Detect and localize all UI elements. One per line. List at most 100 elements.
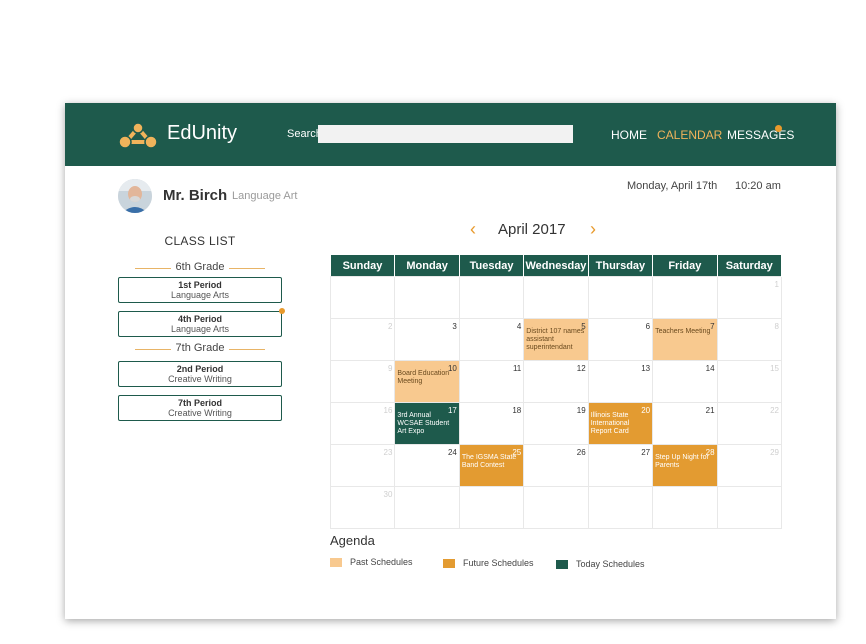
calendar-day-cell[interactable]: 6 (587, 318, 654, 361)
calendar-day-cell[interactable]: 26 (523, 444, 589, 487)
agenda-title: Agenda (330, 533, 375, 548)
brand-name: EdUnity (167, 122, 238, 144)
nav-calendar[interactable]: CALENDAR (657, 128, 722, 142)
period-label: 7th Period (177, 398, 222, 408)
day-number: 9 (387, 364, 393, 373)
period-label: 2nd Period (176, 364, 224, 374)
calendar-day-cell[interactable]: 1 (716, 276, 783, 319)
teacher-name: Mr. Birch (163, 187, 228, 204)
calendar-day-cell[interactable]: 18 (458, 402, 525, 445)
day-number: 16 (383, 406, 393, 415)
legend-past: Past Schedules (330, 557, 413, 568)
calendar-week-row: 23 24 25 The IGSMA State Band Contest 26 27 28… (329, 444, 783, 487)
class-2nd-period[interactable]: 2nd Period Creative Writing (118, 361, 282, 387)
grade-divider-left (135, 268, 171, 269)
day-number: 11 (512, 364, 522, 373)
calendar-grid: Sunday Monday Tuesday Wednesday Thursday Frid… (329, 255, 783, 529)
calendar-day-cell[interactable]: 14 (652, 360, 718, 403)
calendar-day-cell[interactable]: 11 (458, 360, 525, 403)
calendar-day-cell[interactable] (652, 486, 718, 529)
weekday-saturday: Saturday (717, 255, 783, 277)
calendar-day-cell[interactable] (587, 486, 654, 529)
calendar-day-cell[interactable] (394, 276, 460, 319)
calendar-day-cell[interactable]: 9 (329, 360, 396, 403)
class-list-title: CLASS LIST (164, 234, 236, 248)
legend-today: Today Schedules (556, 559, 645, 570)
calendar-day-cell[interactable]: 30 (329, 486, 396, 529)
class-1st-period[interactable]: 1st Period Language Arts (118, 277, 282, 303)
calendar-event[interactable]: Teachers Meeting (655, 328, 714, 336)
calendar-day-cell[interactable]: 13 (587, 360, 654, 403)
calendar-day-cell[interactable]: 17 3rd Annual WCSAE Student Art Expo (394, 402, 460, 445)
calendar-day-cell[interactable]: 19 (523, 402, 589, 445)
calendar-day-cell[interactable]: 8 (716, 318, 783, 361)
day-number: 27 (641, 448, 651, 457)
calendar-event[interactable]: Illinois State International Report Card (591, 412, 650, 436)
calendar-day-cell[interactable] (329, 276, 396, 319)
calendar-day-cell[interactable]: 22 (716, 402, 783, 445)
weekday-thursday: Thursday (588, 255, 654, 277)
calendar-day-cell[interactable]: 2 (329, 318, 396, 361)
calendar-day-cell[interactable] (523, 486, 589, 529)
legend-label: Past Schedules (350, 557, 413, 567)
day-number: 1 (774, 280, 779, 289)
calendar-day-cell[interactable]: 21 (652, 402, 718, 445)
app-window: EdUnity Search HOME CALENDAR MESSAGES Mr… (65, 103, 836, 619)
class-4th-period[interactable]: 4th Period Language Arts (118, 308, 285, 337)
weekday-monday: Monday (394, 255, 460, 277)
calendar-day-cell[interactable]: 20 Illinois State International Report Ca… (587, 402, 654, 445)
calendar-event[interactable]: District 107 names assistant superintend… (526, 328, 585, 352)
calendar-event[interactable]: Step Up Night for Parents (655, 454, 714, 470)
class-7th-period[interactable]: 7th Period Creative Writing (118, 395, 282, 421)
calendar-event[interactable]: The IGSMA State Band Contest (462, 454, 521, 470)
nav-home[interactable]: HOME (611, 128, 647, 142)
calendar-day-cell[interactable]: 5 District 107 names assistant superinten… (523, 318, 589, 361)
calendar-day-cell[interactable]: 25 The IGSMA State Band Contest (458, 444, 525, 487)
calendar-day-cell[interactable] (523, 276, 589, 319)
legend-future: Future Schedules (443, 558, 534, 569)
calendar-day-cell[interactable]: 24 (394, 444, 460, 487)
calendar-day-cell[interactable]: 12 (523, 360, 589, 403)
day-number: 29 (770, 448, 779, 457)
calendar-day-cell[interactable]: 4 (458, 318, 525, 361)
calendar-day-cell[interactable]: 10 Board Education Meeting (394, 360, 460, 403)
calendar-event[interactable]: 3rd Annual WCSAE Student Art Expo (397, 412, 456, 436)
calendar-day-cell[interactable]: 16 (329, 402, 396, 445)
messages-notification-badge (775, 125, 782, 132)
day-number: 23 (383, 448, 393, 457)
day-number: 8 (774, 322, 779, 331)
calendar-day-cell[interactable] (394, 486, 460, 529)
past-swatch (330, 558, 342, 568)
nav-messages[interactable]: MESSAGES (727, 128, 794, 142)
day-number: 15 (770, 364, 779, 373)
chevron-left-icon: ‹ (470, 219, 476, 239)
weekday-sunday: Sunday (330, 255, 396, 277)
weekday-tuesday: Tuesday (459, 255, 525, 277)
period-subject: Creative Writing (168, 408, 232, 418)
future-swatch (443, 559, 455, 569)
calendar-event[interactable]: Board Education Meeting (397, 370, 456, 386)
calendar-day-cell[interactable] (652, 276, 718, 319)
day-number: 13 (641, 364, 651, 373)
next-month-button[interactable]: › (590, 219, 596, 240)
calendar-day-cell[interactable]: 7 Teachers Meeting (652, 318, 718, 361)
search-label: Search (287, 128, 322, 140)
period-label: 4th Period (177, 314, 222, 324)
calendar-day-cell[interactable]: 27 (587, 444, 654, 487)
day-number: 2 (387, 322, 393, 331)
prev-month-button[interactable]: ‹ (470, 219, 476, 240)
calendar-day-cell[interactable] (458, 276, 525, 319)
calendar-day-cell[interactable] (458, 486, 525, 529)
grade-label: 6th Grade (175, 261, 225, 273)
period-subject: Language Arts (170, 324, 230, 334)
search-input[interactable] (318, 125, 573, 143)
calendar-day-cell[interactable]: 29 (716, 444, 783, 487)
calendar-day-cell[interactable]: 28 Step Up Night for Parents (652, 444, 718, 487)
chevron-right-icon: › (590, 219, 596, 239)
calendar-day-cell[interactable]: 15 (716, 360, 783, 403)
calendar-day-cell[interactable] (587, 276, 654, 319)
calendar-day-cell[interactable] (716, 486, 783, 529)
calendar-day-cell[interactable]: 23 (329, 444, 396, 487)
calendar-day-cell[interactable]: 3 (394, 318, 460, 361)
avatar[interactable] (118, 179, 152, 213)
